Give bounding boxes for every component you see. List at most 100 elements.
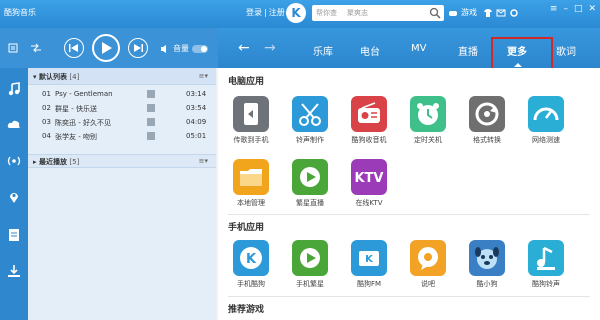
svg-text:K: K: [365, 254, 374, 265]
app-mobile-fanxing[interactable]: 手机繁星: [282, 240, 338, 289]
recent-list-count: [5]: [69, 158, 80, 166]
app-shuoba[interactable]: 说吧: [400, 240, 456, 289]
app-label: 酷狗铃声: [532, 280, 560, 288]
volume-toggle[interactable]: [192, 44, 208, 53]
track-index: 01: [42, 90, 51, 98]
track-mv-icon[interactable]: [147, 104, 155, 112]
app-title: 酷狗音乐: [4, 8, 36, 17]
content-nav: ← → 乐库 电台 MV 直播 更多 歌词: [218, 28, 600, 71]
next-button[interactable]: [128, 38, 148, 58]
scissors-icon: [292, 96, 328, 132]
app-speed-test[interactable]: 网络测速: [518, 96, 574, 145]
track-mv-icon[interactable]: [147, 90, 155, 98]
menu-button[interactable]: ≡: [550, 4, 558, 14]
app-label: 酷狗FM: [356, 280, 382, 288]
volume-control[interactable]: 音量: [160, 43, 208, 54]
previous-button[interactable]: [64, 38, 84, 58]
track-mv-icon[interactable]: [147, 118, 155, 126]
track-name: 群星 - 快乐送: [55, 105, 97, 113]
settings-icon[interactable]: [509, 8, 519, 18]
download-icon[interactable]: [7, 264, 21, 278]
section-title-pc-apps: 电脑应用: [228, 77, 265, 87]
ringtone-icon: [528, 240, 564, 276]
app-kugou-ringtone[interactable]: 酷狗铃声: [518, 240, 574, 289]
gamepad-icon[interactable]: [448, 8, 458, 18]
app-online-ktv[interactable]: KTV 在线KTV: [341, 159, 397, 208]
app-kugou-fm[interactable]: K 酷狗FM: [341, 240, 397, 289]
kugou-logo-icon[interactable]: K: [286, 3, 306, 23]
back-button[interactable]: ←: [238, 40, 250, 56]
track-index: 04: [42, 132, 51, 140]
app-label: 网络测速: [532, 136, 560, 144]
app-fanxing-live[interactable]: 繁星直播: [282, 159, 338, 208]
app-label: 说吧: [421, 280, 435, 288]
app-timed-shutdown[interactable]: 定时关机: [400, 96, 456, 145]
message-icon[interactable]: [496, 8, 506, 18]
track-row[interactable]: 03 陈奕迅 - 好久不见 04:09: [28, 115, 216, 129]
app-kugou-radio[interactable]: 酷狗收音机: [341, 96, 397, 145]
app-phone-transfer[interactable]: 传歌到手机: [223, 96, 279, 145]
broadcast-icon[interactable]: [7, 154, 21, 168]
playlist-toggle-icon[interactable]: [8, 43, 18, 53]
close-button[interactable]: ✕: [588, 4, 596, 14]
active-tab-caret: [514, 63, 522, 67]
music-note-icon[interactable]: [7, 82, 21, 96]
app-label: 手机繁星: [296, 280, 324, 288]
search-placeholder: 帮你查: [316, 9, 337, 17]
shirt-icon[interactable]: [483, 8, 493, 18]
side-rail: [0, 68, 28, 320]
default-list-header[interactable]: ▾ 默认列表 [4] ≡▾: [28, 68, 216, 85]
tab-lyrics[interactable]: 歌词: [556, 43, 576, 58]
section-divider: [228, 296, 590, 297]
recent-list-menu[interactable]: ≡▾: [199, 157, 208, 165]
forward-button[interactable]: →: [264, 40, 276, 56]
track-row[interactable]: 01 Psy - Gentleman 03:14: [28, 87, 216, 101]
app-label: 本地管理: [237, 199, 265, 207]
recent-list-title: 最近播放: [38, 158, 67, 166]
play-button[interactable]: [92, 34, 120, 62]
app-label: 酷狗收音机: [351, 136, 387, 144]
track-mv-icon[interactable]: [147, 132, 155, 140]
tab-more[interactable]: 更多: [507, 43, 527, 58]
tab-mv[interactable]: MV: [411, 43, 426, 54]
next-icon: [134, 44, 143, 52]
track-row[interactable]: 02 群星 - 快乐送 03:54: [28, 101, 216, 115]
game-link[interactable]: 游戏: [461, 7, 477, 18]
track-row[interactable]: 04 张学友 - 吻别 05:01: [28, 129, 216, 143]
track-name: 陈奕迅 - 好久不见: [55, 119, 111, 127]
cloud-icon[interactable]: [7, 118, 21, 132]
kugou-fm-icon: K: [351, 240, 387, 276]
section-divider: [228, 214, 590, 215]
search-icon[interactable]: [429, 7, 441, 19]
shuffle-icon[interactable]: [30, 43, 42, 53]
svg-text:K: K: [246, 252, 257, 267]
location-pin-icon[interactable]: [7, 190, 21, 204]
app-format-convert[interactable]: 格式转换: [459, 96, 515, 145]
recent-list-title-wrap: ▸ 最近播放 [5]: [33, 158, 80, 166]
app-mobile-kugou[interactable]: K 手机酷狗: [223, 240, 279, 289]
minimize-button[interactable]: –: [563, 4, 568, 14]
app-label: 繁星直播: [296, 199, 324, 207]
maximize-button[interactable]: □: [574, 4, 583, 14]
tab-live[interactable]: 直播: [458, 43, 478, 58]
tab-radio[interactable]: 电台: [360, 43, 380, 58]
default-list-menu[interactable]: ≡▾: [199, 72, 208, 80]
track-duration: 05:01: [186, 132, 207, 140]
track-name: 张学友 - 吻别: [55, 133, 97, 141]
track-index: 03: [42, 118, 51, 126]
volume-icon[interactable]: [160, 44, 170, 54]
app-ringtone-maker[interactable]: 铃声制作: [282, 96, 338, 145]
tab-library[interactable]: 乐库: [313, 43, 333, 58]
app-local-manage[interactable]: 本地管理: [223, 159, 279, 208]
volume-label: 音量: [173, 44, 189, 53]
search-box[interactable]: 帮你查 聚爽志: [312, 5, 444, 21]
register-link[interactable]: 注册: [269, 8, 285, 17]
login-link[interactable]: 登录: [246, 8, 262, 17]
file-icon[interactable]: [7, 228, 21, 242]
app-puppy[interactable]: 酷小狗: [459, 240, 515, 289]
kugou-window: 酷狗音乐 登录 | 注册 K 帮你查 聚爽志 游戏 ≡ – □ ✕ 音量 ← →…: [0, 0, 600, 320]
recent-list-header[interactable]: ▸ 最近播放 [5] ≡▾: [28, 154, 216, 168]
track-index: 02: [42, 104, 51, 112]
search-input[interactable]: 帮你查 聚爽志: [316, 8, 368, 18]
player-controls: 音量: [0, 28, 218, 68]
